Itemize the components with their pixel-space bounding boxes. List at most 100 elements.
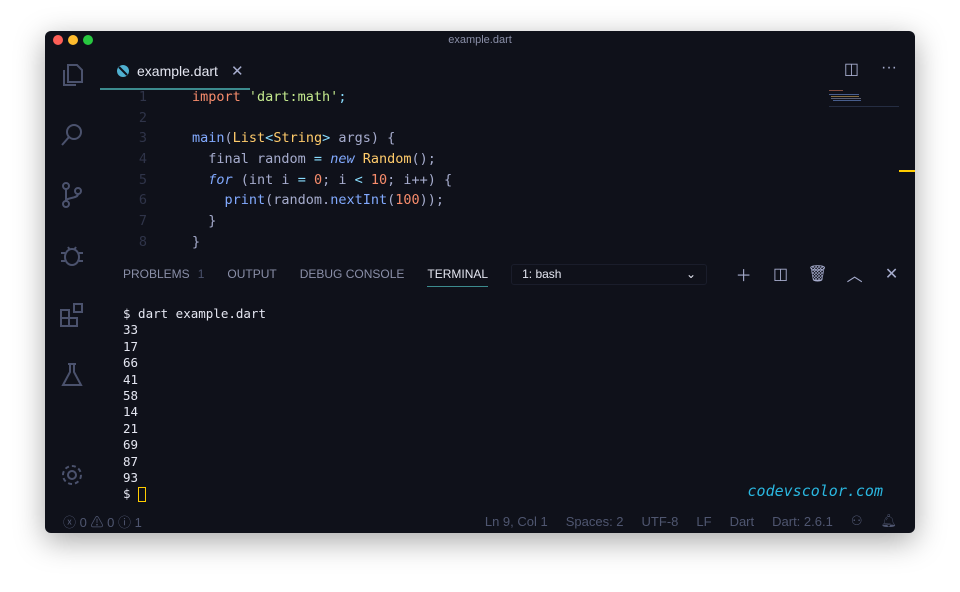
tab-problems[interactable]: PROBLEMS 1 — [123, 261, 204, 287]
tab-output[interactable]: OUTPUT — [227, 261, 276, 287]
terminal-line: 66 — [123, 355, 139, 371]
new-terminal-icon[interactable]: ＋ — [725, 262, 762, 286]
notifications-bell-icon[interactable]: 🔔︎ — [880, 513, 897, 529]
terminal-cursor — [138, 487, 147, 503]
vscode-window: example.dart example.dart ✕ ◫ ··· 1 impor… — [45, 31, 915, 533]
code-token: < — [265, 130, 274, 147]
tab-terminal[interactable]: TERMINAL — [427, 261, 489, 287]
source-control-icon[interactable] — [58, 181, 86, 209]
title-bar: example.dart — [45, 31, 915, 49]
terminal-prompt-line: $ — [123, 486, 266, 503]
split-editor-icon[interactable]: ◫ — [844, 59, 859, 79]
code-token: nextInt — [330, 192, 388, 209]
terminal-line: 14 — [123, 404, 139, 420]
status-bar: ⓧ 0 ⚠ 0 ⓘ 1 Ln 9, Col 1 Spaces: 2 UTF-8 … — [45, 509, 915, 533]
terminal-line: 93 — [123, 469, 139, 485]
code-token: new — [330, 151, 363, 168]
code-line: 7 } — [100, 211, 452, 232]
terminal-line: 33 — [123, 322, 139, 338]
code-token: Random — [362, 151, 412, 168]
code-token: ; i — [322, 171, 355, 188]
minimap[interactable] — [829, 89, 899, 109]
code-token: for — [192, 171, 241, 188]
feedback-icon[interactable]: ⚇ — [851, 513, 863, 529]
terminal-line: $ dart example.dart — [123, 306, 266, 321]
code-token: < — [354, 171, 371, 188]
code-editor[interactable]: 1 import 'dart:math'; 2 3 main(List < String > … — [100, 87, 452, 253]
tab-example-dart[interactable]: example.dart ✕ — [100, 53, 250, 90]
indentation[interactable]: Spaces: 2 — [566, 514, 624, 529]
more-actions-icon[interactable]: ··· — [881, 59, 897, 79]
prompt: $ — [123, 486, 131, 502]
code-token: ( — [224, 130, 233, 147]
terminal-output[interactable]: $ dart example.dart 33 17 66 41 58 14 21 69 87 93 $ — [123, 306, 266, 503]
code-line: 8} — [100, 232, 452, 253]
terminal-line: 21 — [123, 420, 139, 436]
errors-count: 0 — [79, 514, 87, 530]
code-token: 0 — [313, 171, 323, 188]
code-token: (); — [411, 151, 436, 168]
dart-sdk-version[interactable]: Dart: 2.6.1 — [772, 514, 833, 529]
terminal-line: 87 — [123, 453, 139, 469]
code-token: > — [322, 130, 339, 147]
search-icon[interactable] — [58, 121, 86, 149]
code-token: ; i++) { — [387, 171, 453, 188]
code-line: 3 main(List < String > args) { — [100, 128, 452, 149]
scrollbar-marker — [899, 170, 915, 172]
code-line: 6 print (random. nextInt(100)); — [100, 190, 452, 211]
line-number: 6 — [138, 192, 147, 209]
code-line: 5 for (int i = 0; i < 10; i++) { — [100, 170, 452, 191]
code-token: List — [232, 130, 266, 147]
info-count: 1 — [134, 514, 142, 530]
code-token: (random. — [265, 192, 331, 209]
warnings-count: 0 — [107, 514, 115, 530]
code-line: 4 final random = new Random (); — [100, 149, 452, 170]
code-token: main — [192, 130, 225, 147]
trash-icon[interactable]: 🗑 — [799, 264, 836, 284]
settings-gear-icon[interactable] — [58, 461, 86, 489]
code-token: ; — [338, 89, 347, 105]
tab-debug-console[interactable]: DEBUG CONSOLE — [300, 261, 405, 287]
code-token: print — [192, 192, 266, 209]
code-line: 2 — [100, 108, 452, 129]
code-token: args) { — [338, 130, 396, 147]
code-token: import — [192, 89, 249, 105]
split-terminal-icon[interactable]: ◫ — [762, 264, 799, 284]
tab-problems-label: PROBLEMS — [123, 267, 190, 281]
end-of-line[interactable]: LF — [696, 514, 711, 529]
extensions-icon[interactable] — [58, 301, 86, 329]
code-token: String — [273, 130, 323, 147]
cursor-position[interactable]: Ln 9, Col 1 — [485, 514, 548, 529]
debug-icon[interactable] — [58, 241, 86, 269]
line-number: 8 — [138, 233, 147, 250]
code-token: ( — [387, 192, 396, 209]
tab-label: example.dart — [137, 62, 218, 79]
line-number: 2 — [138, 109, 147, 126]
problems-count-badge: 1 — [197, 267, 205, 281]
close-panel-icon[interactable]: ✕ — [873, 264, 910, 284]
code-token: } — [192, 213, 217, 230]
language-mode[interactable]: Dart — [730, 514, 755, 529]
terminal-select[interactable]: 1: bash ⌄ — [511, 263, 708, 285]
code-line: 1 import 'dart:math'; — [100, 87, 452, 108]
window-title: example.dart — [448, 34, 512, 46]
terminal-line: 17 — [123, 338, 139, 354]
line-number: 4 — [138, 151, 147, 168]
terminal-line: 69 — [123, 437, 139, 453]
testing-icon[interactable] — [58, 361, 86, 389]
code-token: 100 — [395, 192, 420, 209]
files-icon[interactable] — [58, 61, 86, 89]
dart-icon — [117, 64, 129, 77]
maximize-panel-icon[interactable]: ︿ — [836, 262, 873, 286]
terminal-select-value: 1: bash — [522, 266, 562, 281]
errors-status[interactable]: ⓧ 0 ⚠ 0 ⓘ 1 — [63, 512, 142, 531]
code-token: )); — [419, 192, 445, 209]
code-token: = — [297, 171, 314, 188]
encoding[interactable]: UTF-8 — [642, 514, 679, 529]
code-token: } — [192, 233, 201, 250]
code-token: final random — [192, 151, 314, 168]
close-tab-icon[interactable]: ✕ — [231, 62, 244, 80]
code-token: (int i — [240, 171, 298, 188]
terminal-line: 58 — [123, 387, 139, 403]
panel-header: PROBLEMS 1 OUTPUT DEBUG CONSOLE TERMINAL … — [123, 261, 915, 287]
